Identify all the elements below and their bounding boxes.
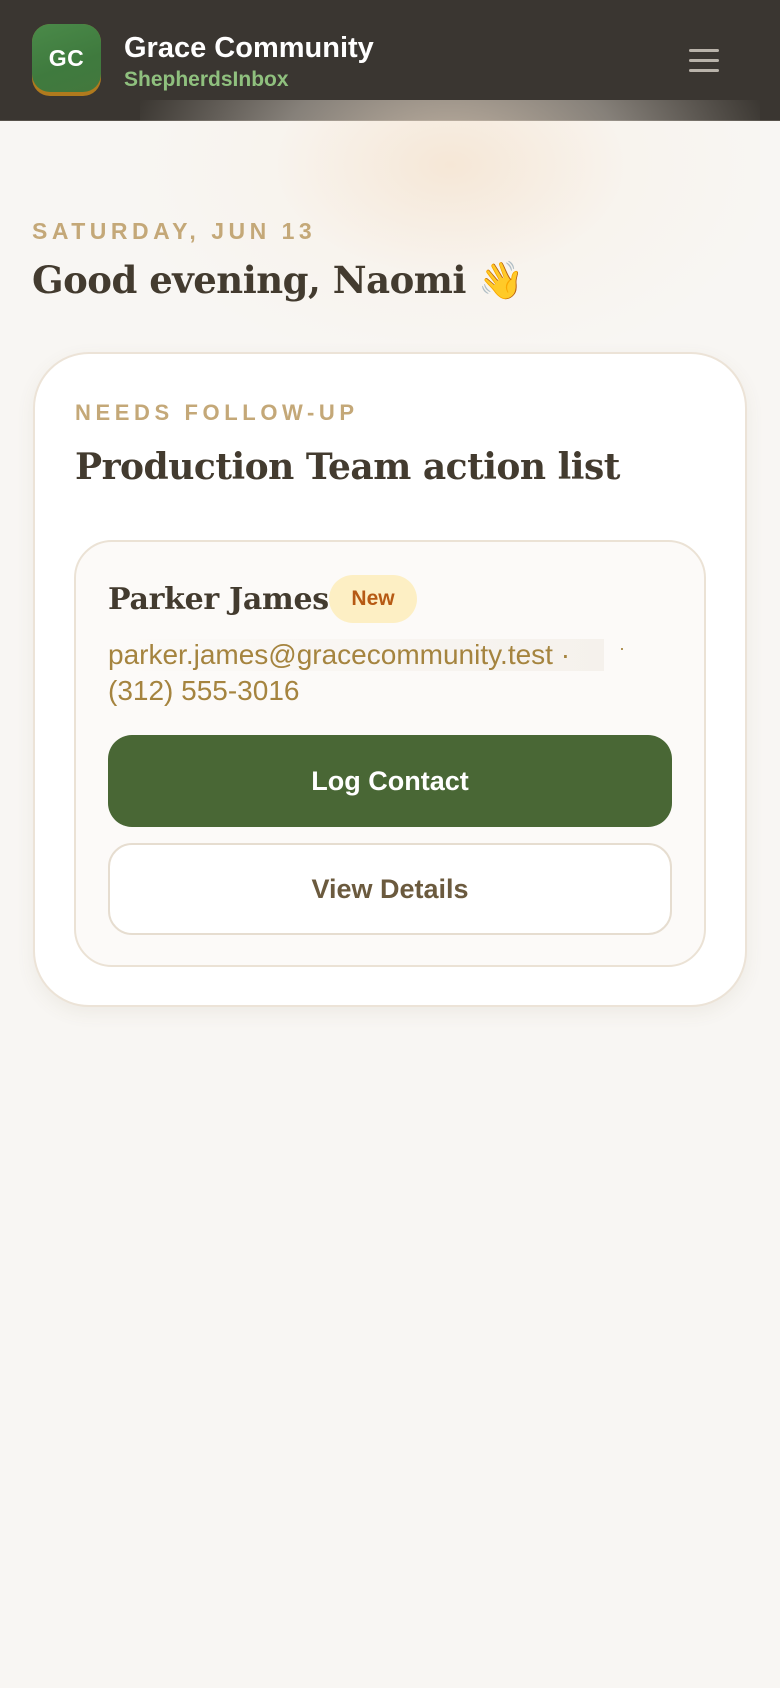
- contact-phone[interactable]: (312) 555-3016: [108, 675, 299, 707]
- section-label: NEEDS FOLLOW-UP: [75, 400, 359, 425]
- contact-email[interactable]: parker.james@gracecommunity.test: [108, 639, 553, 670]
- date-label: SATURDAY, JUN 13: [32, 218, 317, 244]
- menu-bar: [689, 58, 719, 62]
- menu-bar: [689, 68, 719, 72]
- church-logo: GC: [32, 24, 101, 96]
- follow-up-card: NEEDS FOLLOW-UP Production Team action l…: [33, 352, 747, 1007]
- contact-card: Parker James New parker.james@gracecommu…: [74, 540, 706, 967]
- hamburger-menu-icon[interactable]: [680, 36, 728, 84]
- waving-hand-icon: 👋: [478, 259, 524, 302]
- section-title: Production Team action list: [75, 446, 620, 488]
- separator-dot: ·: [560, 639, 571, 670]
- logo-initials: GC: [32, 24, 101, 92]
- app-title: Grace Community: [124, 32, 374, 64]
- view-details-button[interactable]: View Details: [108, 843, 672, 935]
- status-badge: New: [329, 575, 417, 623]
- greeting-heading: Good evening, Naomi 👋: [32, 258, 524, 303]
- separator-dot: ·: [619, 638, 625, 658]
- menu-bar: [689, 48, 719, 52]
- log-contact-button[interactable]: Log Contact: [108, 735, 672, 827]
- contact-name: Parker James: [108, 582, 329, 617]
- app-subtitle: ShepherdsInbox: [124, 68, 289, 91]
- contact-email-line: parker.james@gracecommunity.test ·: [108, 639, 605, 671]
- app-header: GC Grace Community ShepherdsInbox: [0, 0, 780, 121]
- greeting-text: Good evening, Naomi: [32, 258, 466, 302]
